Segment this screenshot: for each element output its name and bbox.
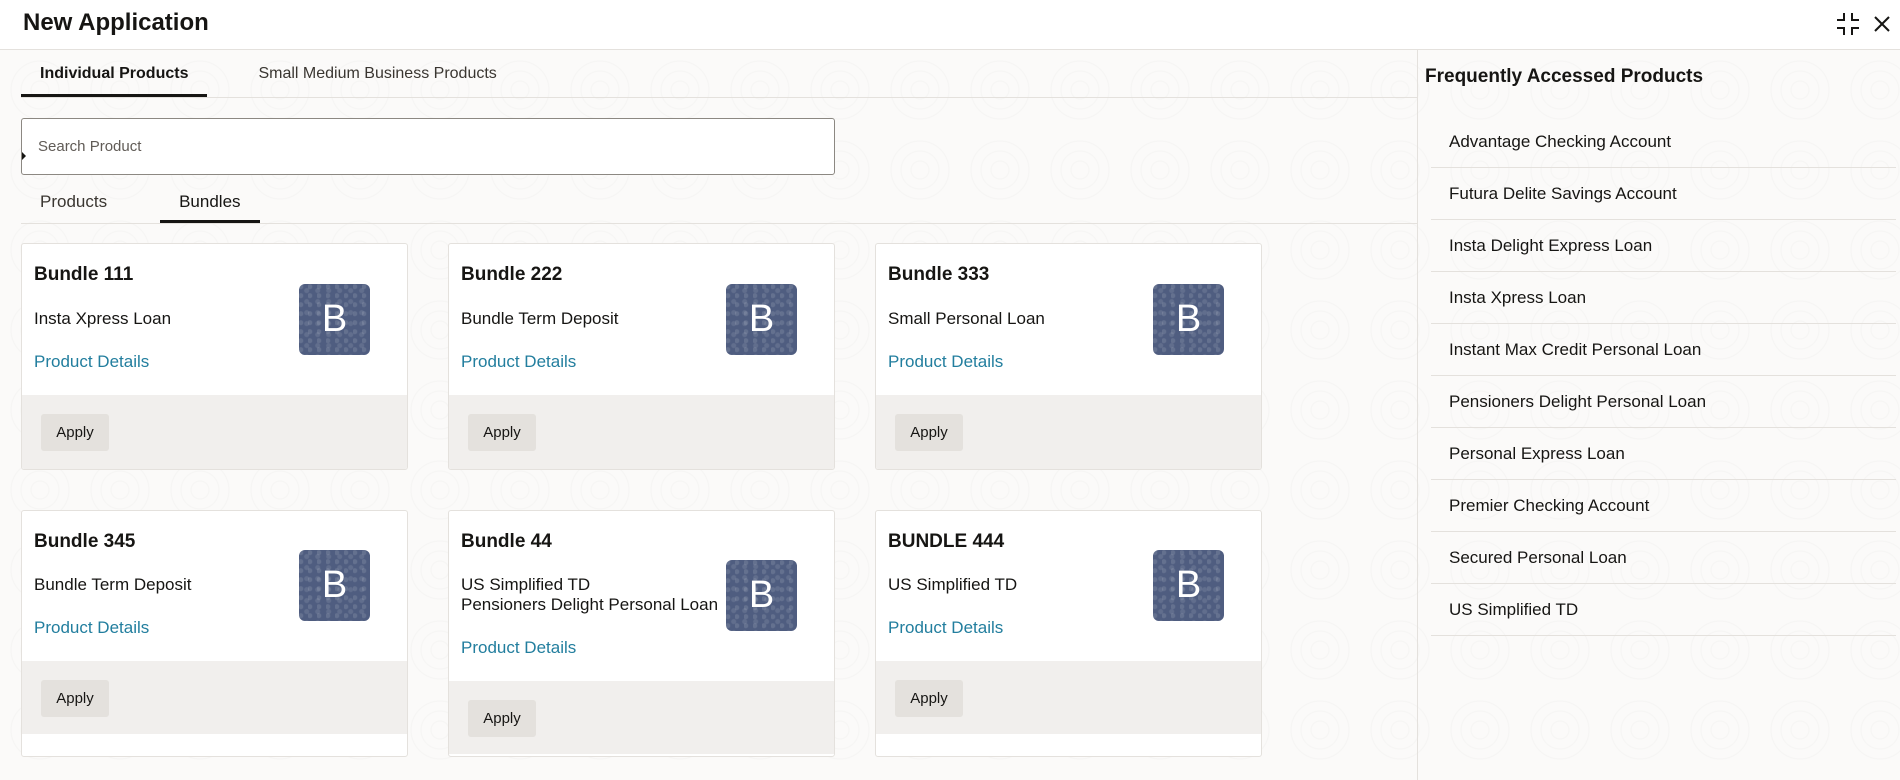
card-title: Bundle 111: [34, 264, 134, 285]
card-title: BUNDLE 444: [888, 531, 1005, 552]
caret-icon: [22, 152, 26, 160]
bundle-card: BUNDLE 444 US Simplified TD Product Deta…: [875, 510, 1262, 757]
search-input[interactable]: [22, 119, 834, 174]
tab-divider: [21, 223, 1417, 224]
bundle-avatar: B: [299, 550, 370, 621]
card-description: Bundle Term Deposit: [34, 575, 192, 594]
card-footer: Apply: [22, 395, 407, 469]
apply-button[interactable]: Apply: [895, 414, 963, 451]
card-title: Bundle 333: [888, 264, 990, 285]
list-item[interactable]: US Simplified TD: [1431, 584, 1896, 636]
card-footer: Apply: [22, 661, 407, 734]
list-item[interactable]: Secured Personal Loan: [1431, 532, 1896, 584]
product-type-tabs: Individual Products Small Medium Busines…: [21, 50, 516, 97]
bundle-card: Bundle 333 Small Personal Loan Product D…: [875, 243, 1262, 470]
list-item[interactable]: Premier Checking Account: [1431, 480, 1896, 532]
tab-bundles[interactable]: Bundles: [160, 181, 260, 223]
product-details-link[interactable]: Product Details: [888, 352, 1003, 372]
search-box: [21, 118, 835, 175]
bundle-avatar: B: [1153, 550, 1224, 621]
bundle-avatar: B: [726, 560, 797, 631]
tab-small-medium-business-products[interactable]: Small Medium Business Products: [239, 50, 515, 97]
frequent-products-list: Advantage Checking Account Futura Delite…: [1431, 116, 1896, 636]
product-details-link[interactable]: Product Details: [461, 638, 576, 658]
card-title: Bundle 222: [461, 264, 563, 285]
card-title: Bundle 44: [461, 531, 552, 552]
bundle-card: Bundle 222 Bundle Term Deposit Product D…: [448, 243, 835, 470]
list-item[interactable]: Pensioners Delight Personal Loan: [1431, 376, 1896, 428]
list-item[interactable]: Instant Max Credit Personal Loan: [1431, 324, 1896, 376]
product-details-link[interactable]: Product Details: [34, 352, 149, 372]
card-footer: Apply: [876, 395, 1261, 469]
dialog-header: New Application: [0, 0, 1900, 50]
product-details-link[interactable]: Product Details: [34, 618, 149, 638]
frequently-accessed-panel: Frequently Accessed Products Advantage C…: [1417, 50, 1900, 780]
list-item[interactable]: Insta Delight Express Loan: [1431, 220, 1896, 272]
list-item[interactable]: Futura Delite Savings Account: [1431, 168, 1896, 220]
apply-button[interactable]: Apply: [468, 414, 536, 451]
main-panel: Individual Products Small Medium Busines…: [0, 50, 1417, 780]
product-details-link[interactable]: Product Details: [461, 352, 576, 372]
page-title: New Application: [23, 9, 209, 36]
card-description: Bundle Term Deposit: [461, 309, 619, 328]
list-item[interactable]: Advantage Checking Account: [1431, 116, 1896, 168]
panel-title: Frequently Accessed Products: [1425, 66, 1704, 87]
close-icon[interactable]: [1868, 10, 1896, 38]
product-details-link[interactable]: Product Details: [888, 618, 1003, 638]
card-description: US Simplified TD: [461, 575, 591, 594]
bundle-avatar: B: [726, 284, 797, 355]
bundle-card: Bundle 44 US Simplified TD Pensioners De…: [448, 510, 835, 757]
tab-individual-products[interactable]: Individual Products: [21, 50, 208, 97]
apply-button[interactable]: Apply: [41, 414, 109, 451]
apply-button[interactable]: Apply: [895, 680, 963, 717]
bundle-card: Bundle 111 Insta Xpress Loan Product Det…: [21, 243, 408, 470]
card-footer: Apply: [449, 395, 834, 469]
card-description: US Simplified TD: [888, 575, 1018, 594]
bundle-avatar: B: [1153, 284, 1224, 355]
bundle-card: Bundle 345 Bundle Term Deposit Product D…: [21, 510, 408, 757]
card-footer: Apply: [876, 661, 1261, 734]
card-footer: Apply: [449, 681, 834, 754]
bundle-avatar: B: [299, 284, 370, 355]
collapse-icon[interactable]: [1834, 10, 1862, 38]
card-description: Small Personal Loan: [888, 309, 1045, 328]
card-title: Bundle 345: [34, 531, 136, 552]
card-description: Pensioners Delight Personal Loan: [461, 595, 719, 614]
tab-divider: [21, 97, 1417, 98]
catalog-tabs: Products Bundles: [21, 181, 260, 223]
list-item[interactable]: Personal Express Loan: [1431, 428, 1896, 480]
tab-products[interactable]: Products: [21, 181, 126, 223]
apply-button[interactable]: Apply: [41, 680, 109, 717]
card-description: Insta Xpress Loan: [34, 309, 172, 328]
list-item[interactable]: Insta Xpress Loan: [1431, 272, 1896, 324]
apply-button[interactable]: Apply: [468, 700, 536, 737]
